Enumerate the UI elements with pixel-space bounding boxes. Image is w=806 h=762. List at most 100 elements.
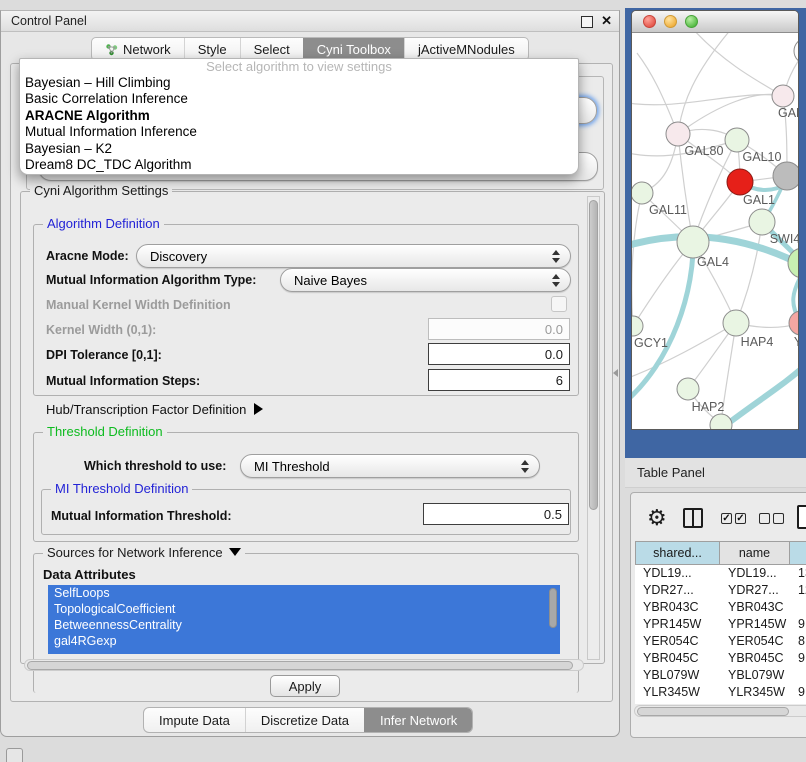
network-edge[interactable] <box>678 33 732 134</box>
table-row[interactable]: YBR043CYBR043C <box>635 599 806 616</box>
attributes-scrollbar-thumb[interactable] <box>549 588 557 628</box>
aracne-mode-combo[interactable]: Discovery <box>136 244 571 268</box>
hub-definition-toggle[interactable]: Hub/Transcription Factor Definition <box>46 402 263 417</box>
tab-infer-network[interactable]: Infer Network <box>364 708 472 732</box>
network-node-hap2[interactable] <box>677 378 699 400</box>
data-attribute-item[interactable]: BetweennessCentrality <box>48 617 560 633</box>
network-node-gal[interactable] <box>772 85 794 107</box>
table-row[interactable]: YBL079WYBL079W <box>635 667 806 684</box>
mi-threshold-field[interactable]: 0.5 <box>423 503 569 525</box>
network-edge[interactable] <box>692 33 783 96</box>
splitpane-handle[interactable] <box>613 369 618 377</box>
close-panel-icon[interactable]: ✕ <box>601 13 612 29</box>
tab-jactivemnodules[interactable]: jActiveMNodules <box>404 38 528 60</box>
network-edge[interactable] <box>632 193 642 326</box>
table-row[interactable]: YDR27...YDR27...12 <box>635 582 806 599</box>
apply-button[interactable]: Apply <box>270 675 340 697</box>
float-panel-icon[interactable] <box>581 16 593 28</box>
gear-icon[interactable]: ⚙ <box>647 507 667 529</box>
table-horizontal-scrollbar[interactable] <box>634 705 806 717</box>
algorithm-option[interactable]: Bayesian – Hill Climbing <box>20 75 578 91</box>
table-cell: YBR045C <box>635 650 720 667</box>
network-edge[interactable] <box>637 53 678 134</box>
checkbox-unchecked-icon[interactable] <box>773 513 784 524</box>
table-cell: YDL19... <box>720 565 790 582</box>
kernel-width-field[interactable]: 0.0 <box>428 318 570 340</box>
network-node[interactable] <box>773 162 799 190</box>
table-row[interactable]: YDL19...YDL19...13 <box>635 565 806 582</box>
settings-group-title: Cyni Algorithm Settings <box>30 183 172 198</box>
tab-select[interactable]: Select <box>240 38 303 60</box>
close-window-icon[interactable] <box>643 15 656 28</box>
settings-vscroll-thumb[interactable] <box>589 200 598 510</box>
network-node-gal11[interactable] <box>632 182 653 204</box>
manual-kernel-checkbox[interactable] <box>551 296 567 312</box>
application-window: Control Panel ✕ Network Style Select Cyn… <box>0 0 806 762</box>
network-canvas[interactable]: GALGAL80GAL10GAL1GAL11SWI4GAL4GCY1HAP4YH… <box>632 33 799 430</box>
control-panel-titlebar: Control Panel ✕ <box>1 11 619 32</box>
table-hscroll-thumb[interactable] <box>637 707 789 716</box>
checkbox-checked-icon[interactable]: ✓ <box>735 513 746 524</box>
network-edge[interactable] <box>632 323 736 378</box>
bottom-tabbar: Impute Data Discretize Data Infer Networ… <box>143 707 473 733</box>
network-node[interactable] <box>794 38 799 64</box>
tab-cyni-toolbox[interactable]: Cyni Toolbox <box>303 38 404 60</box>
settings-vertical-scrollbar[interactable] <box>587 196 600 660</box>
data-attribute-item[interactable]: SelfLoops <box>48 585 560 601</box>
tab-style[interactable]: Style <box>184 38 240 60</box>
tab-impute-data[interactable]: Impute Data <box>144 708 245 732</box>
table-panel: ⚙ ✓ ✓ shared... name A YDL19...YDL19...1… <box>630 492 806 738</box>
network-node-gal80[interactable] <box>666 122 690 146</box>
network-window-titlebar[interactable] <box>632 11 798 33</box>
network-edge-highlighted[interactable] <box>632 233 693 401</box>
column-header-next[interactable]: A <box>790 541 806 565</box>
tab-network[interactable]: Network <box>92 38 184 60</box>
algorithm-option[interactable]: ARACNE Algorithm <box>20 108 578 124</box>
data-attribute-item[interactable]: TopologicalCoefficient <box>48 601 560 617</box>
chevron-right-icon <box>254 403 263 415</box>
table-row[interactable]: YLR345WYLR345W9. <box>635 684 806 701</box>
algorithm-option[interactable]: Dream8 DC_TDC Algorithm <box>20 157 578 173</box>
network-node-y[interactable] <box>789 311 799 335</box>
network-edge[interactable] <box>632 95 783 105</box>
table-row[interactable]: YJL053CYJL053C9. <box>635 701 806 704</box>
mi-type-combo[interactable]: Naive Bayes <box>280 268 571 292</box>
table-row[interactable]: YBR045CYBR045C9. <box>635 650 806 667</box>
network-node[interactable] <box>710 414 732 430</box>
zoom-window-icon[interactable] <box>685 15 698 28</box>
network-node-gal1[interactable] <box>727 169 753 195</box>
minimize-window-icon[interactable] <box>664 15 677 28</box>
network-edge[interactable] <box>736 222 762 323</box>
table-row[interactable]: YER054CYER054C8. <box>635 633 806 650</box>
column-header-name[interactable]: name <box>720 541 790 565</box>
data-attribute-item[interactable]: gal4RGexp <box>48 633 560 649</box>
dpi-tolerance-field[interactable]: 0.0 <box>428 343 570 365</box>
settings-horizontal-scrollbar[interactable] <box>24 659 584 671</box>
network-node-hap4[interactable] <box>723 310 749 336</box>
table-row[interactable]: YPR145WYPR145W9. <box>635 616 806 633</box>
mi-steps-field[interactable]: 6 <box>428 369 570 391</box>
document-icon[interactable] <box>797 505 806 529</box>
network-node-label: GAL4 <box>697 255 729 269</box>
algorithm-option[interactable]: Bayesian – K2 <box>20 141 578 157</box>
network-node-gal4[interactable] <box>677 226 709 258</box>
network-node-gal10[interactable] <box>725 128 749 152</box>
network-edge[interactable] <box>678 94 783 134</box>
settings-hscroll-thumb[interactable] <box>27 661 573 670</box>
algorithm-option[interactable]: Basic Correlation Inference <box>20 91 578 107</box>
algorithm-option[interactable]: Mutual Information Inference <box>20 124 578 140</box>
checkbox-unchecked-icon[interactable] <box>759 513 770 524</box>
columns-icon[interactable] <box>683 508 703 528</box>
data-attributes-list[interactable]: SelfLoopsTopologicalCoefficientBetweenne… <box>48 585 560 654</box>
network-node-gcy1[interactable] <box>632 316 643 336</box>
checkbox-checked-icon[interactable]: ✓ <box>721 513 732 524</box>
dpi-tolerance-label: DPI Tolerance [0,1]: <box>46 348 162 362</box>
tab-discretize-data[interactable]: Discretize Data <box>245 708 364 732</box>
column-header-shared-name[interactable]: shared... <box>635 541 720 565</box>
network-view-window[interactable]: GALGAL80GAL10GAL1GAL11SWI4GAL4GCY1HAP4YH… <box>631 10 799 430</box>
table-cell: 9. <box>790 684 806 701</box>
which-threshold-combo[interactable]: MI Threshold <box>240 454 540 478</box>
sources-group-title[interactable]: Sources for Network Inference <box>43 545 245 560</box>
mi-threshold-group-title: MI Threshold Definition <box>51 481 192 496</box>
panel-corner-button[interactable] <box>6 748 23 762</box>
